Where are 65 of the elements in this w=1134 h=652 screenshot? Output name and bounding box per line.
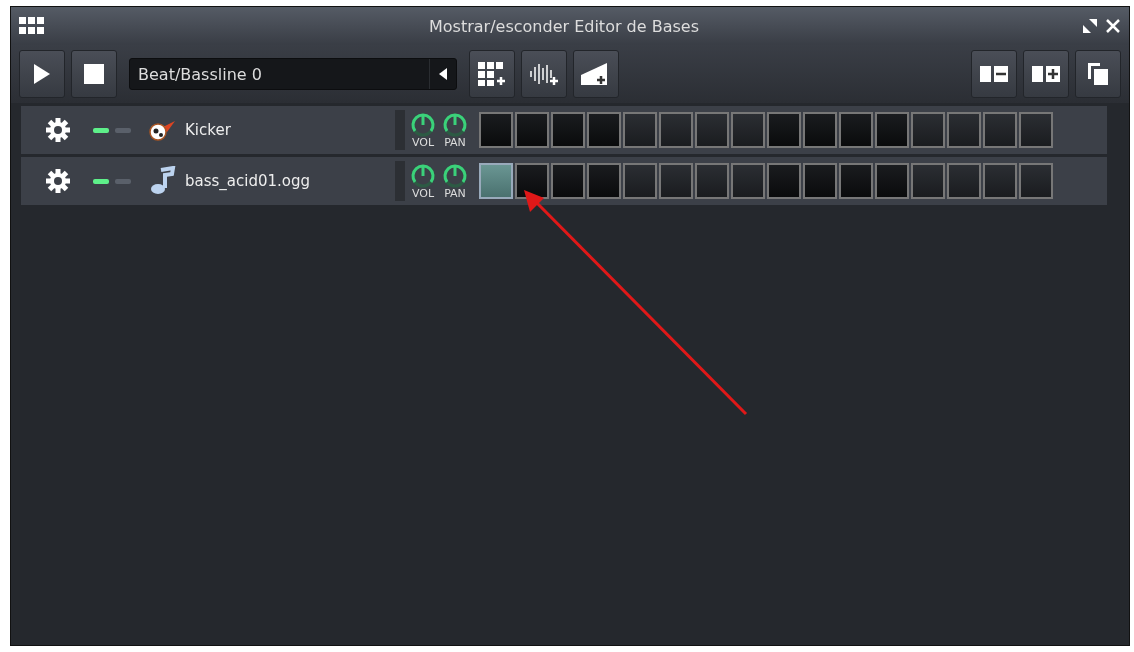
play-button[interactable] <box>19 50 65 98</box>
add-automation-button[interactable] <box>573 50 619 98</box>
mute-led[interactable] <box>93 127 109 133</box>
step-button[interactable] <box>983 163 1017 199</box>
pattern-dropdown[interactable]: Beat/Bassline 0 <box>129 58 457 90</box>
step-button[interactable] <box>551 112 585 148</box>
add-pattern-button[interactable] <box>469 50 515 98</box>
step-button[interactable] <box>515 163 549 199</box>
step-button[interactable] <box>875 112 909 148</box>
step-button[interactable] <box>767 163 801 199</box>
step-button[interactable] <box>659 112 693 148</box>
stop-button[interactable] <box>71 50 117 98</box>
knob-label: PAN <box>444 137 466 149</box>
step-button[interactable] <box>587 112 621 148</box>
knob-icon[interactable] <box>409 111 437 137</box>
track-name[interactable]: Kicker <box>185 121 395 139</box>
window-title: Mostrar/esconder Editor de Bases <box>428 16 700 36</box>
knob-label: PAN <box>444 188 466 200</box>
plus-icon <box>1032 66 1060 82</box>
remove-steps-button[interactable] <box>971 50 1017 98</box>
stop-icon <box>84 64 104 84</box>
step-button[interactable] <box>515 112 549 148</box>
clone-steps-button[interactable] <box>1075 50 1121 98</box>
step-button[interactable] <box>623 112 657 148</box>
step-button[interactable] <box>623 163 657 199</box>
add-sample-button[interactable] <box>521 50 567 98</box>
step-button[interactable] <box>803 163 837 199</box>
maximize-icon[interactable] <box>1083 19 1097 33</box>
step-button[interactable] <box>1019 163 1053 199</box>
minus-icon <box>980 66 1008 82</box>
step-button[interactable] <box>803 112 837 148</box>
copy-icon <box>1088 63 1108 85</box>
step-button[interactable] <box>839 112 873 148</box>
caret-icon <box>439 68 447 80</box>
track-name[interactable]: bass_acid01.ogg <box>185 172 395 190</box>
knob-label: VOL <box>411 137 435 149</box>
ball-icon <box>147 118 177 142</box>
step-button[interactable] <box>911 163 945 199</box>
add-steps-button[interactable] <box>1023 50 1069 98</box>
step-button[interactable] <box>695 112 729 148</box>
knob-icon[interactable] <box>441 162 469 188</box>
step-button[interactable] <box>731 163 765 199</box>
knob-icon[interactable] <box>409 162 437 188</box>
step-button[interactable] <box>947 163 981 199</box>
step-button[interactable] <box>839 163 873 199</box>
step-button[interactable] <box>731 112 765 148</box>
step-button[interactable] <box>479 112 513 148</box>
knob-label: VOL <box>411 188 435 200</box>
mute-led[interactable] <box>93 178 109 184</box>
knob-icon[interactable] <box>441 111 469 137</box>
step-button[interactable] <box>947 112 981 148</box>
close-icon[interactable] <box>1105 18 1121 34</box>
step-button[interactable] <box>911 112 945 148</box>
step-button[interactable] <box>875 163 909 199</box>
grid-plus-icon <box>478 62 506 86</box>
grid-icon <box>19 17 45 35</box>
step-button[interactable] <box>551 163 585 199</box>
step-button[interactable] <box>1019 112 1053 148</box>
waveform-plus-icon <box>529 61 559 87</box>
step-button[interactable] <box>587 163 621 199</box>
step-button[interactable] <box>767 112 801 148</box>
step-button[interactable] <box>983 112 1017 148</box>
step-button[interactable] <box>659 163 693 199</box>
play-icon <box>33 63 51 85</box>
step-button[interactable] <box>695 163 729 199</box>
